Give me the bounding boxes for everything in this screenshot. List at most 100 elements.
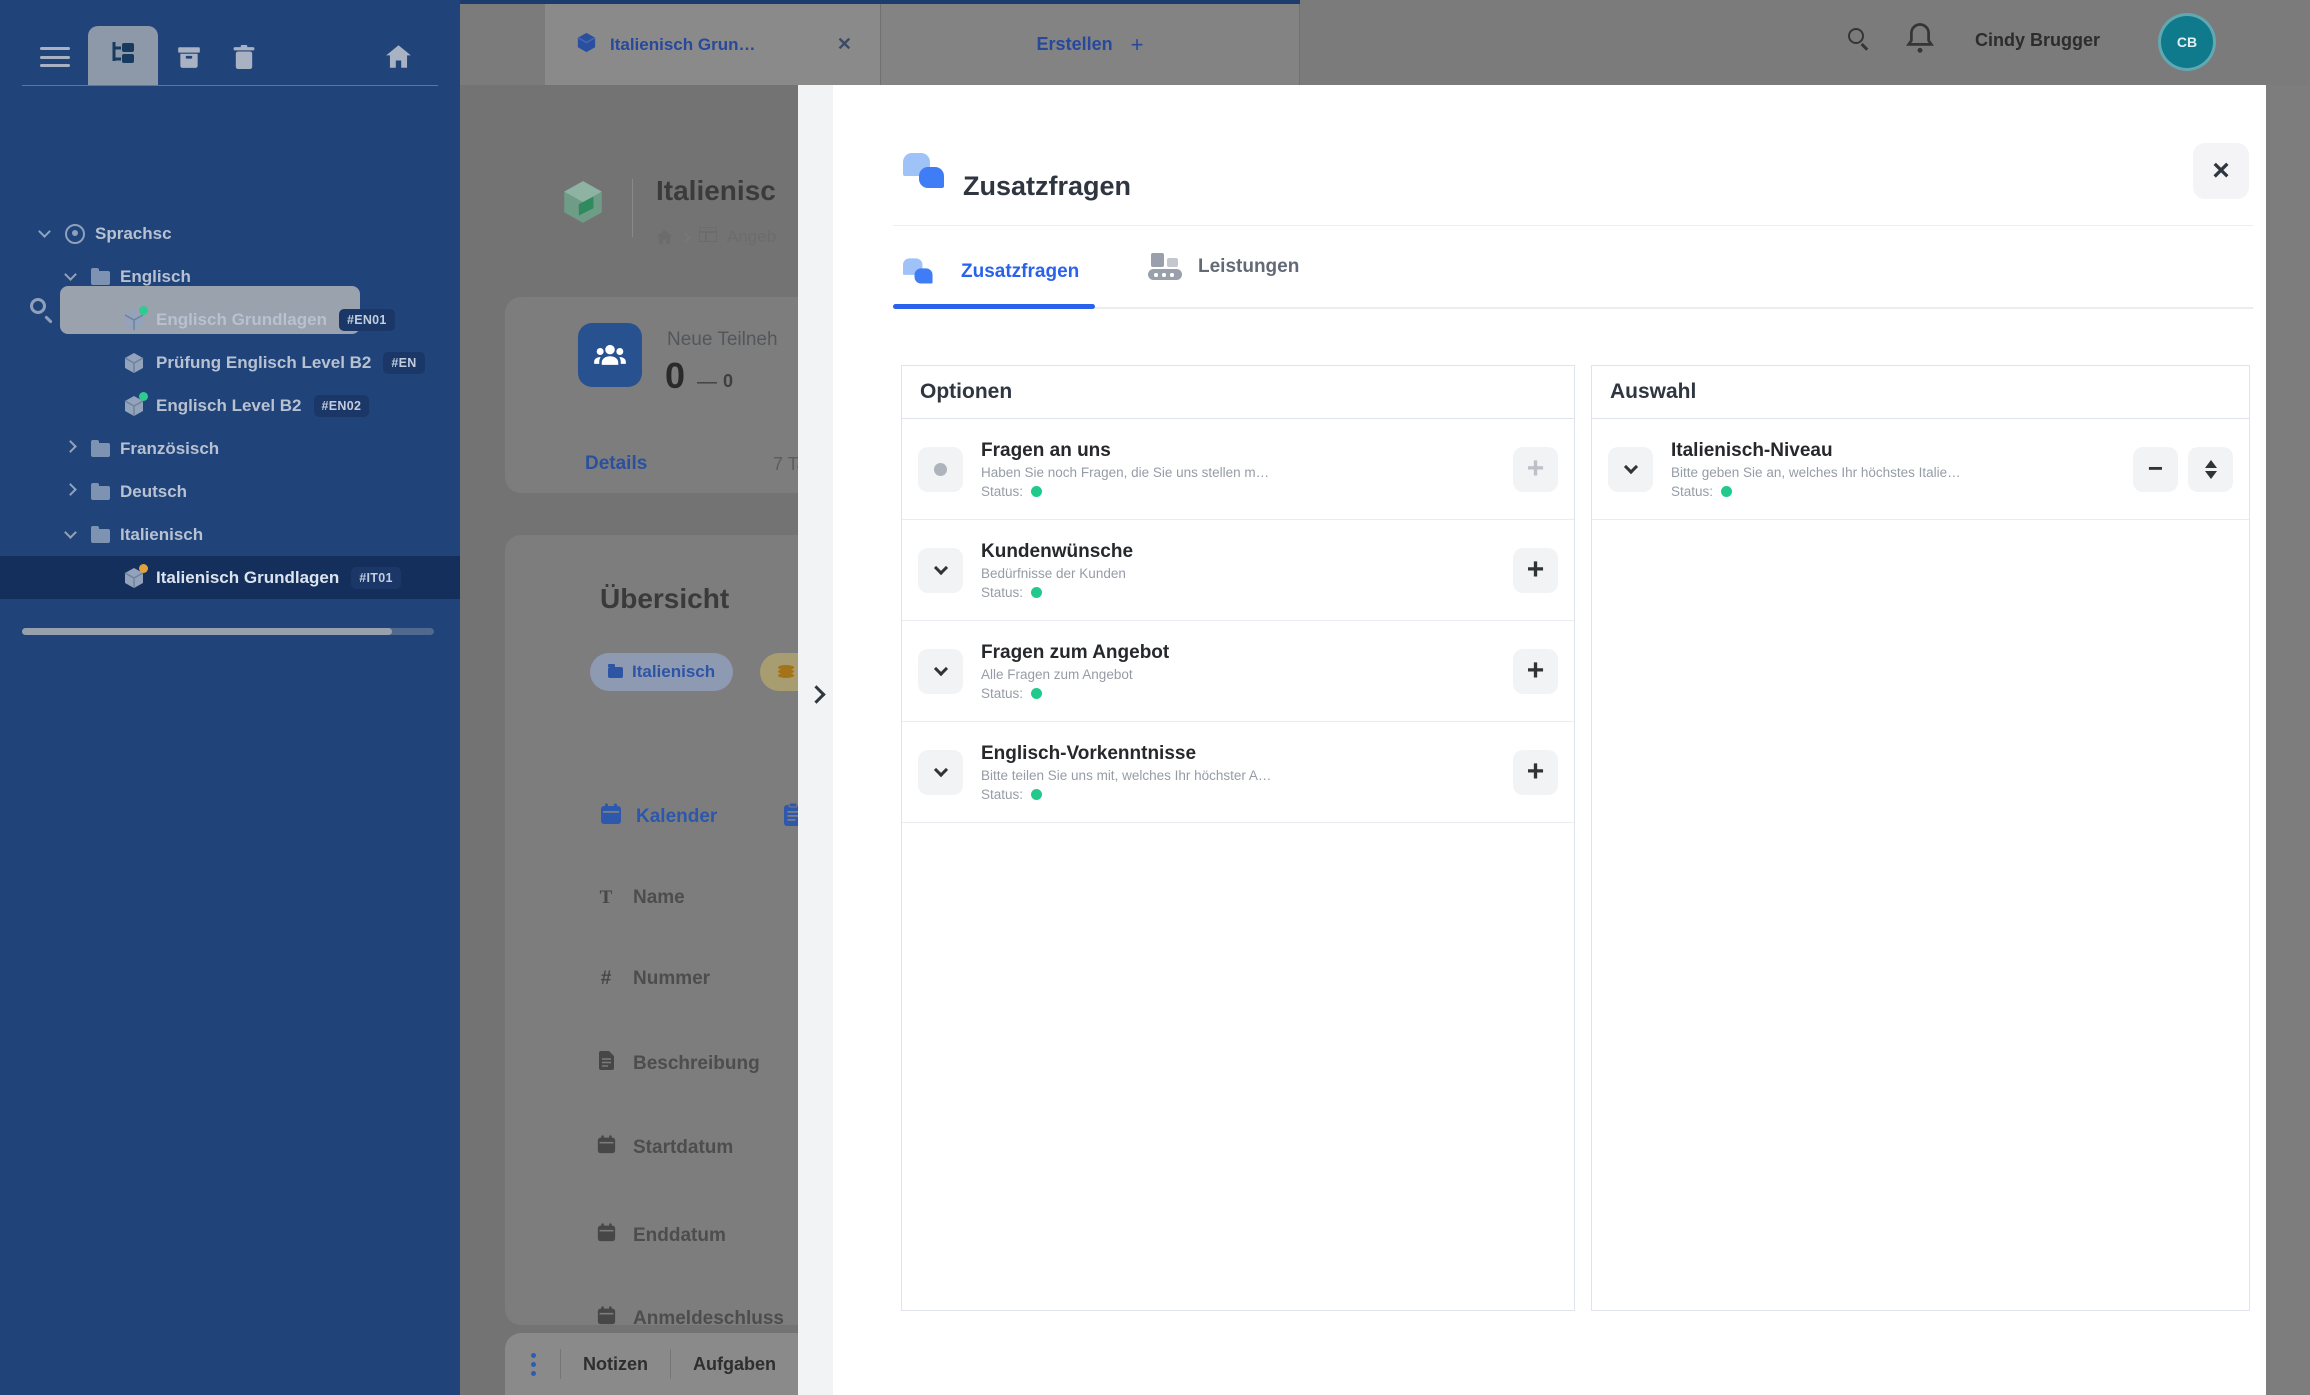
divider bbox=[670, 1349, 671, 1379]
tree-tag-badge: #EN02 bbox=[314, 395, 370, 417]
status-dot-orange bbox=[139, 564, 148, 573]
tree-item-englisch-level-b2[interactable]: Englisch Level B2 #EN02 bbox=[0, 384, 460, 427]
avatar[interactable]: CB bbox=[2158, 13, 2216, 71]
remove-selection-button[interactable] bbox=[2133, 447, 2178, 492]
sort-up-icon bbox=[2205, 460, 2217, 468]
product-cube-icon bbox=[122, 351, 146, 375]
chevron-down-icon bbox=[38, 225, 51, 238]
selection-subtitle: Bitte geben Sie an, welches Ihr höchstes… bbox=[1671, 465, 2133, 480]
tree-label: Sprachsc bbox=[95, 224, 172, 244]
calendar-icon bbox=[595, 1135, 617, 1160]
folder-icon bbox=[91, 271, 110, 285]
close-modal-button[interactable] bbox=[2193, 143, 2249, 199]
tree-label: Italienisch Grundlagen bbox=[156, 568, 339, 588]
folder-icon bbox=[608, 667, 623, 678]
tree-folder-italienisch[interactable]: Italienisch bbox=[0, 513, 460, 556]
option-title: Englisch-Vorkenntnisse bbox=[981, 743, 1513, 765]
bottom-bar: Notizen Aufgaben bbox=[505, 1333, 798, 1395]
field-enddatum: Enddatum bbox=[595, 1223, 726, 1248]
status-dot-green bbox=[139, 392, 148, 401]
chevron-down-icon bbox=[933, 560, 947, 574]
participants-icon bbox=[578, 323, 642, 387]
product-cube-icon bbox=[122, 394, 146, 418]
field-label: Nummer bbox=[633, 968, 710, 990]
home-icon[interactable] bbox=[656, 229, 672, 245]
collapse-drawer-button[interactable] bbox=[804, 681, 828, 711]
status-label: Status: bbox=[981, 585, 1023, 600]
add-option-button-disabled[interactable] bbox=[1513, 447, 1558, 492]
archive-icon[interactable] bbox=[176, 44, 202, 75]
auswahl-panel: Auswahl Italienisch-Niveau Bitte geben S… bbox=[1591, 365, 2250, 1311]
kebab-menu-icon[interactable] bbox=[531, 1353, 536, 1358]
user-name[interactable]: Cindy Brugger bbox=[1975, 30, 2100, 51]
expand-button[interactable] bbox=[918, 750, 963, 795]
tree-folder-englisch[interactable]: Englisch bbox=[0, 255, 460, 298]
sidebar: Sprachsc Englisch Englisch Grundlagen #E… bbox=[0, 0, 460, 1395]
tree-item-italienisch-grundlagen-selected[interactable]: Italienisch Grundlagen #IT01 bbox=[0, 556, 460, 599]
menu-icon[interactable] bbox=[40, 47, 70, 67]
notifications-bell-icon[interactable] bbox=[1905, 22, 1935, 59]
field-label: Anmeldeschluss bbox=[633, 1308, 784, 1330]
offer-cube-icon bbox=[558, 177, 608, 232]
expand-button[interactable] bbox=[918, 548, 963, 593]
sort-down-icon bbox=[2205, 471, 2217, 479]
tab-zusatzfragen[interactable]: Zusatzfragen bbox=[903, 253, 1079, 291]
chevron-right-icon bbox=[807, 685, 825, 703]
tree-item-englisch-grundlagen[interactable]: Englisch Grundlagen #EN01 bbox=[0, 298, 460, 341]
tab-clipboard-icon[interactable] bbox=[783, 803, 798, 832]
sidebar-horizontal-scrollbar[interactable] bbox=[22, 628, 434, 635]
drawer-edge-strip bbox=[798, 85, 833, 1395]
add-option-button[interactable] bbox=[1513, 750, 1558, 795]
document-icon bbox=[595, 1050, 617, 1077]
expand-button-disabled[interactable] bbox=[918, 447, 963, 492]
tab-label: Italienisch Grun… bbox=[610, 35, 755, 55]
optionen-header: Optionen bbox=[902, 366, 1574, 419]
stat-secondary-value: 0 bbox=[723, 371, 733, 392]
tab-kalender[interactable]: Kalender bbox=[600, 803, 717, 831]
tree-root-sprachschule[interactable]: Sprachsc bbox=[0, 212, 460, 255]
field-label: Startdatum bbox=[633, 1137, 733, 1159]
tree-label: Englisch bbox=[120, 267, 191, 287]
tree-folder-deutsch[interactable]: Deutsch bbox=[0, 470, 460, 513]
tab-label: Zusatzfragen bbox=[961, 261, 1079, 283]
breadcrumb-item[interactable]: Angeb bbox=[727, 227, 776, 247]
expand-button[interactable] bbox=[918, 649, 963, 694]
services-conveyor-icon bbox=[1148, 253, 1184, 280]
status-dot-green bbox=[139, 306, 148, 315]
add-option-button[interactable] bbox=[1513, 548, 1558, 593]
reorder-button[interactable] bbox=[2188, 447, 2233, 492]
open-tab-italienisch[interactable]: Italienisch Grun… ✕ bbox=[545, 4, 880, 85]
divider bbox=[560, 1349, 561, 1379]
field-startdatum: Startdatum bbox=[595, 1135, 733, 1160]
tree-view-tab[interactable] bbox=[88, 26, 158, 85]
close-tab-icon[interactable]: ✕ bbox=[837, 34, 852, 55]
option-subtitle: Bedürfnisse der Kunden bbox=[981, 566, 1513, 581]
dot-icon bbox=[934, 463, 947, 476]
field-beschreibung: Beschreibung bbox=[595, 1050, 760, 1077]
field-name: T Name bbox=[595, 887, 685, 909]
trash-icon[interactable] bbox=[232, 44, 256, 76]
folder-icon bbox=[91, 486, 110, 500]
breadcrumb: Angeb bbox=[656, 227, 776, 247]
text-icon: T bbox=[595, 887, 617, 909]
auswahl-header: Auswahl bbox=[1592, 366, 2249, 419]
tree-folder-franzoesisch[interactable]: Französisch bbox=[0, 427, 460, 470]
selection-row-italienisch-niveau: Italienisch-Niveau Bitte geben Sie an, w… bbox=[1592, 419, 2249, 520]
tab-notizen[interactable]: Notizen bbox=[583, 1354, 648, 1375]
tab-label: Leistungen bbox=[1198, 256, 1299, 278]
add-option-button[interactable] bbox=[1513, 649, 1558, 694]
product-cube-icon bbox=[575, 31, 598, 59]
modal-title: Zusatzfragen bbox=[963, 171, 1131, 202]
expand-button[interactable] bbox=[1608, 447, 1653, 492]
home-icon[interactable] bbox=[385, 44, 412, 74]
option-row-fragen-zum-angebot: Fragen zum Angebot Alle Fragen zum Angeb… bbox=[902, 621, 1574, 722]
calendar-icon bbox=[600, 803, 622, 831]
search-icon[interactable] bbox=[1848, 28, 1864, 44]
tab-leistungen[interactable]: Leistungen bbox=[1148, 253, 1299, 280]
tree-item-pruefung-englisch[interactable]: Prüfung Englisch Level B2 #EN bbox=[0, 341, 460, 384]
tab-aufgaben[interactable]: Aufgaben bbox=[693, 1354, 776, 1375]
folder-icon bbox=[91, 529, 110, 543]
details-link[interactable]: Details bbox=[585, 453, 647, 475]
tree-label: Italienisch bbox=[120, 525, 203, 545]
create-tab[interactable]: Erstellen + bbox=[880, 4, 1300, 85]
